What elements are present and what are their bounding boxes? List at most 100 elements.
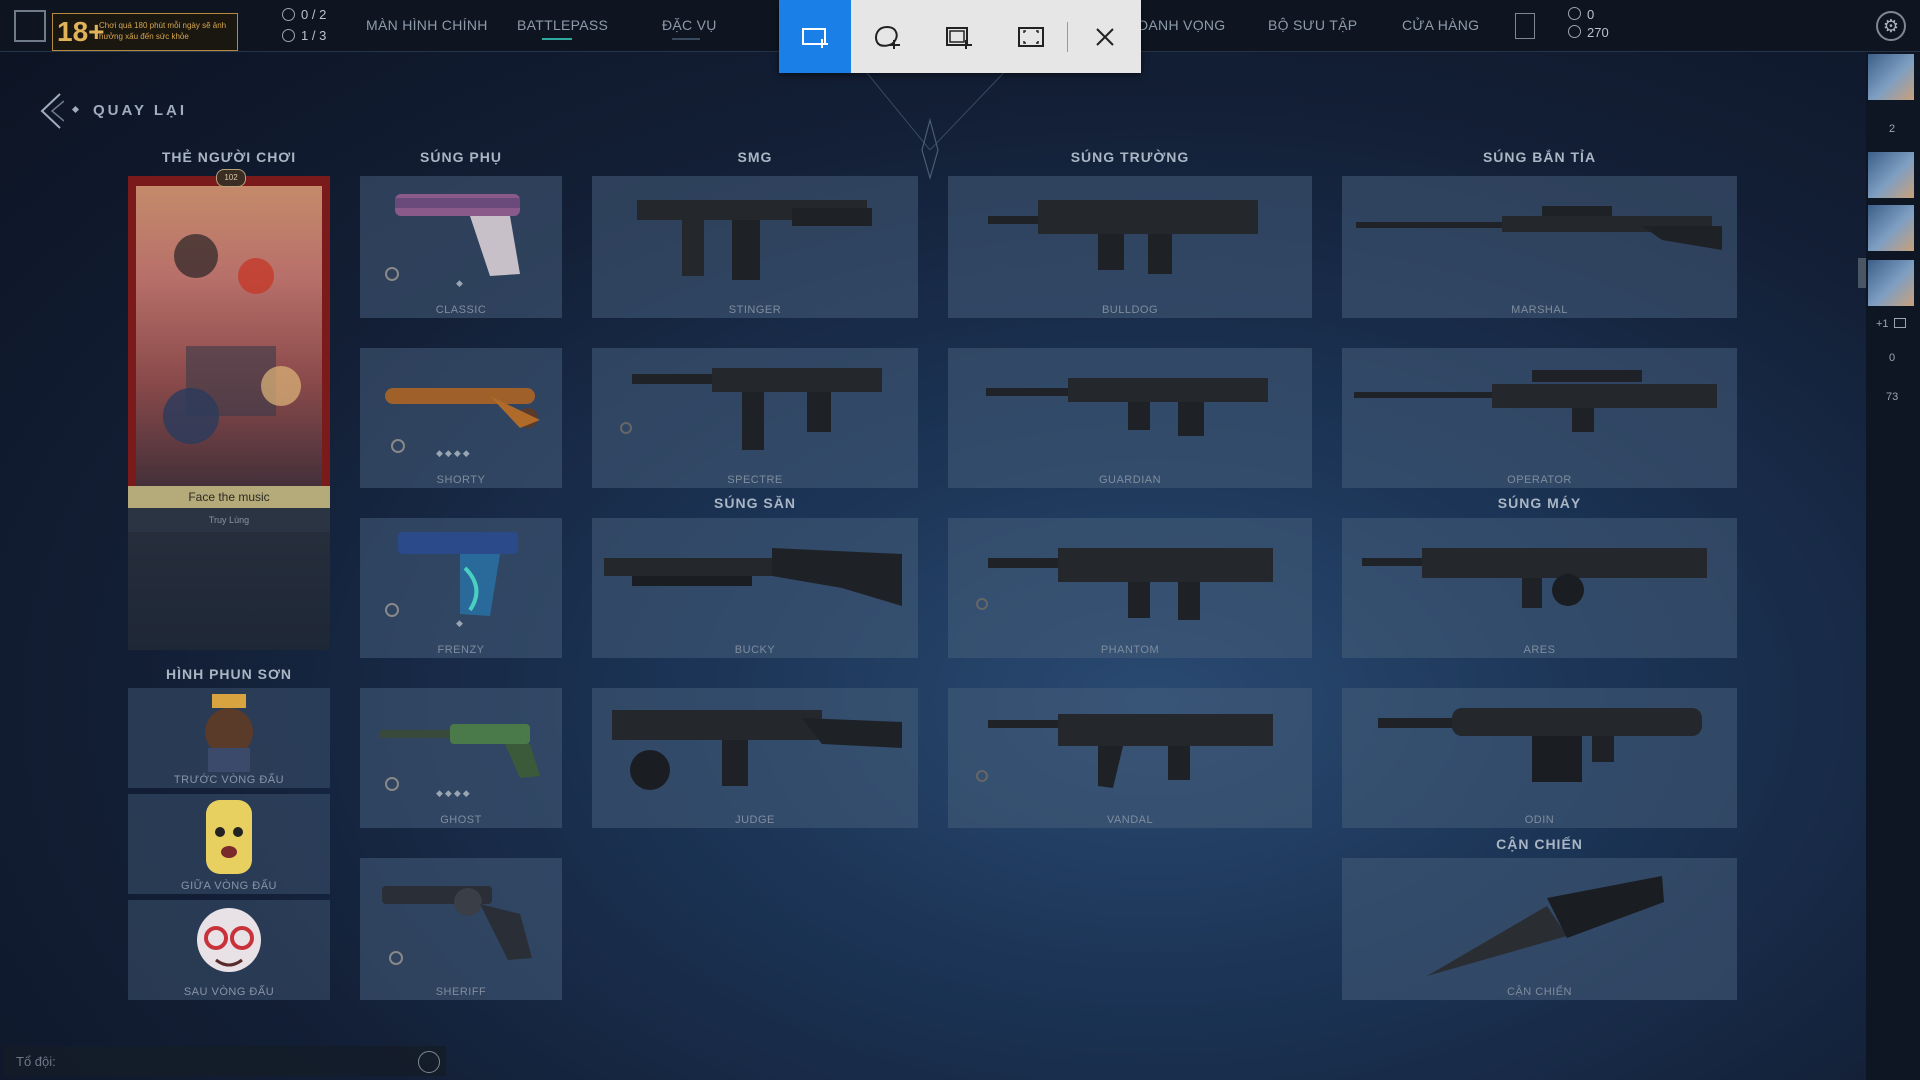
points-display: 0 270 [1568, 6, 1609, 42]
weapon-name: BUCKY [734, 644, 776, 656]
weapon-tile-odin[interactable]: ODIN [1342, 688, 1737, 828]
section-machine-guns: SÚNG MÁY [1497, 495, 1582, 511]
friend-avatar[interactable] [1868, 205, 1914, 251]
freeform-snip-icon [875, 25, 900, 49]
weapon-tile-bulldog[interactable]: BULLDOG [948, 176, 1312, 318]
stinger-weapon-image [637, 200, 872, 280]
knife-weapon-image [1427, 876, 1664, 976]
weapon-tile-classic[interactable]: ◆ CLASSIC [360, 176, 562, 318]
nav-battlepass-indicator [542, 38, 572, 40]
weapon-tile-judge[interactable]: JUDGE [592, 688, 918, 828]
freeform-snip-button[interactable] [851, 0, 923, 73]
window-snip-button[interactable] [923, 0, 995, 73]
radianite-icon [1568, 25, 1581, 38]
spray-label: SAU VÒNG ĐẤU [183, 986, 275, 998]
age-rating-badge: 18+ Chơi quá 180 phút mỗi ngày sẽ ảnh hư… [52, 13, 238, 51]
friend-online-count: 0 [1889, 352, 1896, 364]
nav-agents[interactable]: ĐẶC VỤ [662, 17, 717, 33]
weapon-tile-spectre[interactable]: SPECTRE [592, 348, 918, 488]
player-card[interactable] [128, 176, 330, 486]
weapon-name: SHORTY [436, 474, 486, 486]
weapon-tile-ghost[interactable]: ◆◆◆◆ GHOST [360, 688, 562, 828]
close-snip-button[interactable] [1069, 0, 1141, 73]
weapon-tile-phantom[interactable]: PHANTOM [948, 518, 1312, 658]
section-rifles: SÚNG TRƯỜNG [1070, 149, 1190, 165]
settings-gear-icon[interactable]: ⚙ [1876, 11, 1906, 41]
nav-store[interactable]: CỬA HÀNG [1402, 17, 1479, 33]
sheriff-weapon-image [382, 886, 532, 965]
player-title[interactable]: Truy Lùng [128, 508, 330, 532]
fullscreen-snip-button[interactable] [995, 0, 1067, 73]
age-notice: Chơi quá 180 phút mỗi ngày sẽ ảnh hưởng … [99, 21, 227, 41]
friend-avatar[interactable] [1868, 152, 1914, 198]
weapon-tile-marshal[interactable]: MARSHAL [1342, 176, 1737, 318]
odin-weapon-image [1378, 708, 1702, 782]
section-smg: SMG [737, 149, 773, 165]
player-card-illustration [163, 234, 301, 444]
friend-avatar[interactable] [1868, 260, 1914, 306]
plus-circle-icon [282, 29, 295, 42]
toolbar-separator [1067, 22, 1068, 52]
nav-collection[interactable]: BỘ SƯU TẬP [1268, 17, 1357, 33]
weapon-tile-guardian[interactable]: GUARDIAN [948, 348, 1312, 488]
rectangle-snip-icon [802, 27, 828, 48]
nav-battlepass[interactable]: BATTLEPASS [517, 17, 608, 33]
weapon-tile-sheriff[interactable]: SHERIFF [360, 858, 562, 1000]
rectangle-snip-button[interactable] [779, 0, 851, 73]
party-chat-input[interactable]: Tổ đội: [4, 1046, 446, 1076]
spray-pre-round-image [205, 694, 253, 772]
friend-avatar[interactable] [1868, 54, 1914, 100]
spray-mid-round[interactable]: GIỮA VÒNG ĐẤU [128, 794, 330, 894]
weapon-tile-shorty[interactable]: ◆◆◆◆ SHORTY [360, 348, 562, 488]
spray-mid-round-image [206, 800, 252, 874]
weapon-tile-bucky[interactable]: BUCKY [592, 518, 918, 658]
judge-weapon-image [612, 710, 902, 790]
valorant-logo-icon[interactable] [14, 10, 46, 42]
snipping-toolbar [779, 0, 1141, 73]
vp-icon [1568, 7, 1581, 20]
weapon-tile-vandal[interactable]: VANDAL [948, 688, 1312, 828]
section-snipers: SÚNG BẮN TỈA [1482, 149, 1597, 165]
weapon-name: SPECTRE [727, 474, 783, 486]
premier-icon[interactable] [1515, 13, 1535, 39]
clock-icon [282, 8, 295, 21]
weapon-tile-ares[interactable]: ARES [1342, 518, 1737, 658]
ares-weapon-image [1362, 548, 1707, 608]
spray-post-round[interactable]: SAU VÒNG ĐẤU [128, 900, 330, 1000]
variant-dots: ◆ [456, 278, 465, 288]
mission-counter: 0 / 2 [282, 7, 326, 22]
sidebar-tab-handle[interactable] [1858, 258, 1866, 288]
weapon-tile-stinger[interactable]: STINGER [592, 176, 918, 318]
frenzy-weapon-image [385, 532, 518, 617]
chat-send-icon[interactable] [418, 1051, 440, 1073]
spray-pre-round[interactable]: TRƯỚC VÒNG ĐẤU [128, 688, 330, 788]
nav-home[interactable]: MÀN HÌNH CHÍNH [366, 17, 488, 33]
bucky-weapon-image [604, 548, 902, 606]
fullscreen-snip-icon [1018, 26, 1044, 47]
weapon-name: MARSHAL [1511, 304, 1568, 316]
weapon-name: GHOST [440, 814, 482, 826]
weapon-name: GUARDIAN [1098, 474, 1162, 486]
weapon-name: CẬN CHIẾN [1506, 986, 1572, 998]
vp-amount: 0 [1587, 7, 1595, 22]
weapon-tile-frenzy[interactable]: ◆ FRENZY [360, 518, 562, 658]
party-icon [1894, 318, 1906, 328]
vandal-weapon-image [976, 714, 1273, 788]
weapon-name: SHERIFF [435, 986, 487, 998]
nav-career[interactable]: DANH VỌNG [1138, 17, 1226, 33]
phantom-weapon-image [976, 548, 1273, 620]
back-chevron-icon[interactable] [38, 92, 64, 130]
back-diamond-icon [71, 105, 80, 114]
friend-count: 2 [1889, 123, 1896, 135]
friend-total-count: 73 [1886, 391, 1899, 403]
section-player-card: THẺ NGƯỜI CHƠI [161, 149, 297, 165]
spray-label: TRƯỚC VÒNG ĐẤU [173, 774, 285, 786]
back-button-label[interactable]: QUAY LẠI [93, 102, 187, 119]
spectre-weapon-image [620, 368, 882, 450]
bulldog-weapon-image [988, 200, 1258, 274]
section-shotguns: SÚNG SĂN [714, 495, 796, 511]
weapon-tile-operator[interactable]: OPERATOR [1342, 348, 1737, 488]
classic-weapon-image [385, 194, 520, 281]
weapon-tile-melee[interactable]: CẬN CHIẾN [1342, 858, 1737, 1000]
player-card-empty-area [128, 532, 330, 650]
